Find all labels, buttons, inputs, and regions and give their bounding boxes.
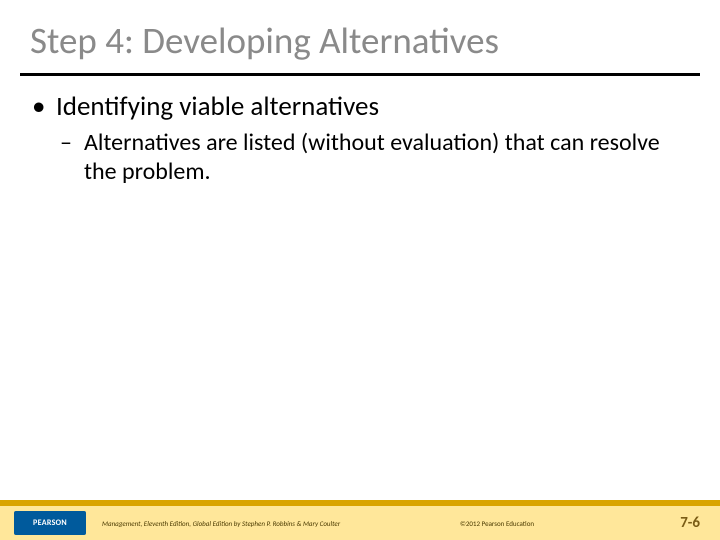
- slide: Step 4: Developing Alternatives Identify…: [0, 0, 720, 540]
- bullet-level-1: Identifying viable alternatives: [30, 90, 690, 123]
- footer: PEARSON Management, Eleventh Edition, Gl…: [0, 500, 720, 540]
- bullet-level-2: Alternatives are listed (without evaluat…: [30, 129, 690, 187]
- footer-body: PEARSON Management, Eleventh Edition, Gl…: [0, 506, 720, 540]
- pearson-logo: PEARSON: [14, 511, 86, 535]
- page-number: 7-6: [680, 514, 700, 532]
- footer-copyright: ©2012 Pearson Education: [460, 519, 534, 528]
- footer-credits: Management, Eleventh Edition, Global Edi…: [102, 519, 340, 528]
- slide-title: Step 4: Developing Alternatives: [0, 0, 720, 73]
- content-area: Identifying viable alternatives Alternat…: [0, 76, 720, 187]
